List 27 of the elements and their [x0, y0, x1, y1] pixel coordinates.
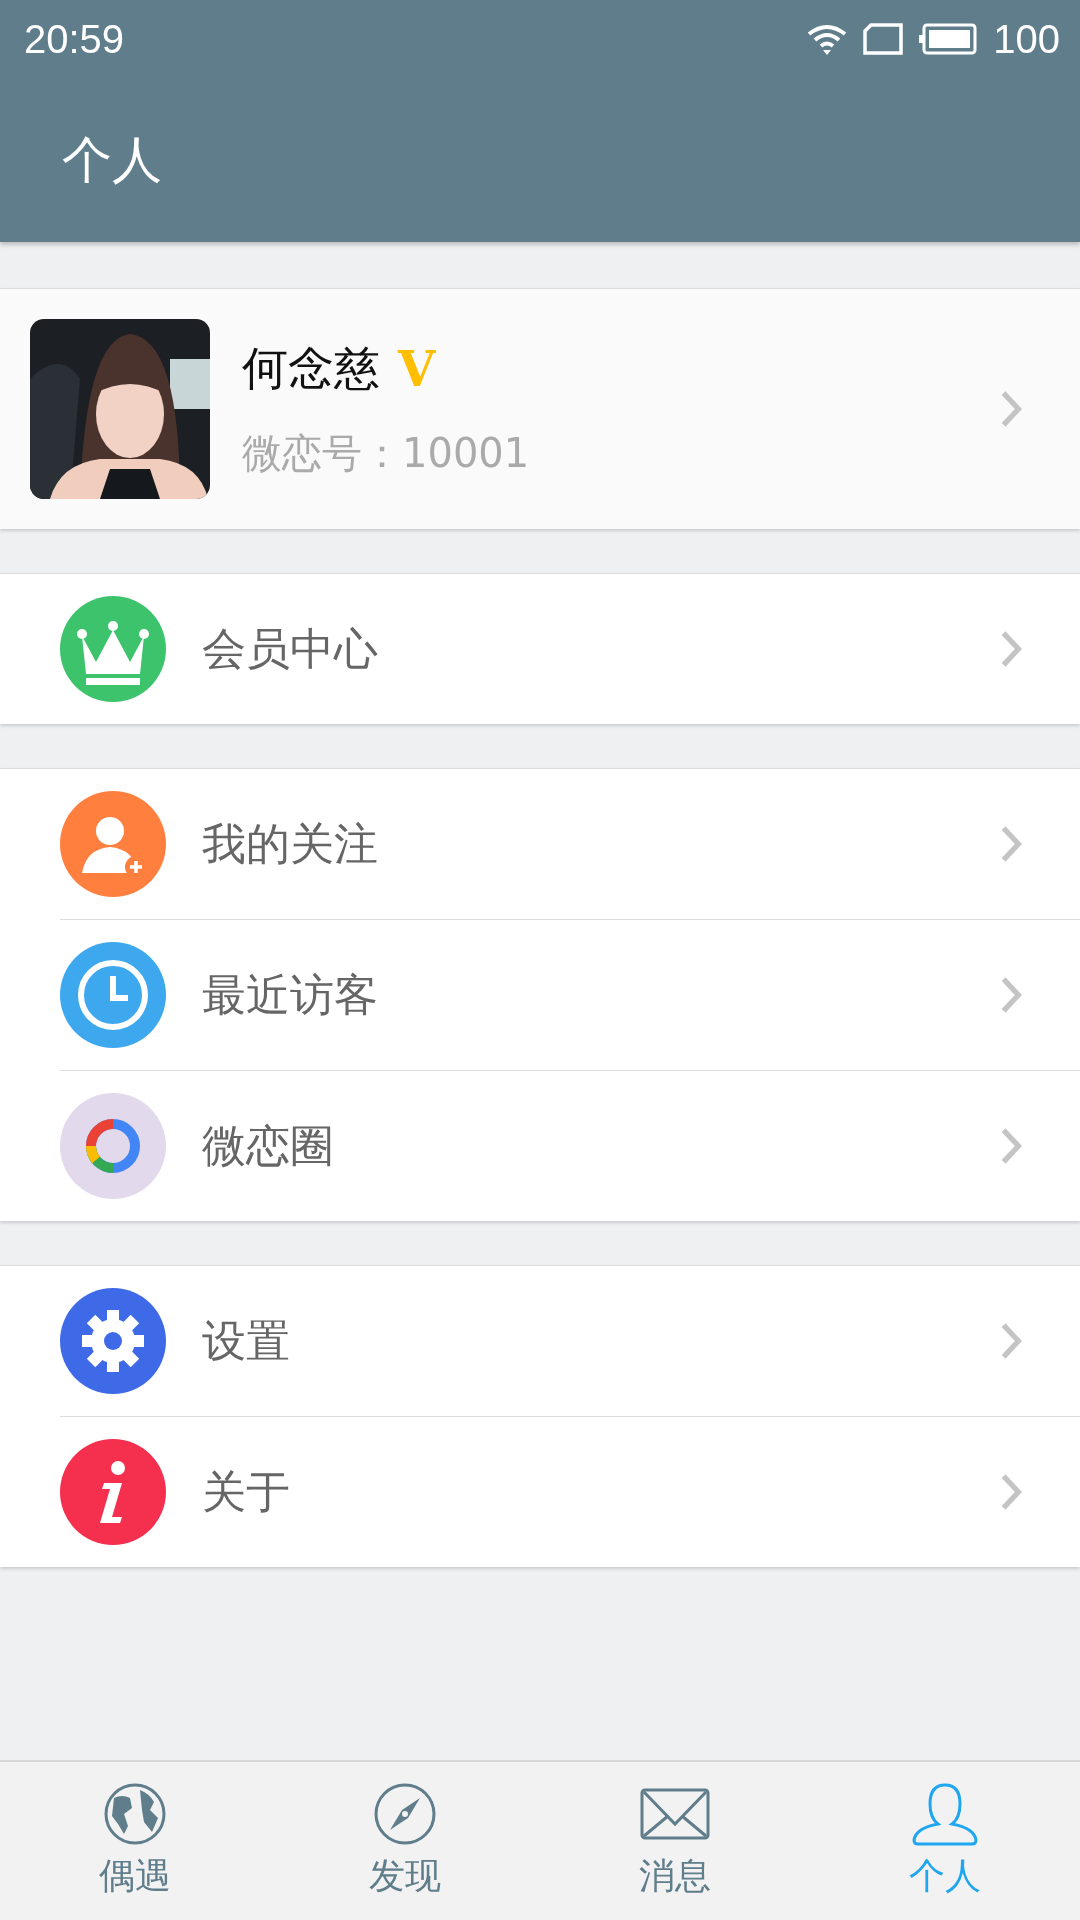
wifi-icon	[807, 22, 848, 56]
battery-level: 100	[993, 16, 1060, 62]
menu-item[interactable]: 会员中心	[0, 574, 1080, 724]
chevron-icon	[1000, 1473, 1022, 1511]
menu-item[interactable]: 关于	[0, 1417, 1080, 1567]
page-title: 个人	[62, 129, 162, 191]
chevron-icon	[1000, 630, 1022, 668]
chevron-icon	[1000, 976, 1022, 1014]
nav-tab[interactable]: 消息	[540, 1762, 810, 1920]
user-name: 何念慈	[242, 339, 380, 397]
nav-tab[interactable]: 偶遇	[0, 1762, 270, 1920]
chevron-icon	[1000, 390, 1022, 428]
battery-icon	[919, 23, 978, 55]
menu-item[interactable]: 我的关注	[0, 769, 1080, 919]
nav-tab[interactable]: 发现	[270, 1762, 540, 1920]
sim-card-icon	[863, 23, 904, 55]
chevron-icon	[1000, 1127, 1022, 1165]
menu-item[interactable]: 设置	[0, 1266, 1080, 1416]
profile-card[interactable]: 何念慈 V 微恋号：10001	[0, 288, 1080, 529]
account-id: 微恋号：10001	[242, 428, 531, 478]
chevron-icon	[1000, 1322, 1022, 1360]
person-icon	[910, 1781, 980, 1846]
status-time: 20:59	[24, 16, 125, 62]
chevron-icon	[1000, 825, 1022, 863]
menu-item[interactable]: 微恋圈	[0, 1071, 1080, 1221]
vip-mark: V	[398, 340, 436, 397]
menu-item[interactable]: 最近访客	[0, 920, 1080, 1070]
